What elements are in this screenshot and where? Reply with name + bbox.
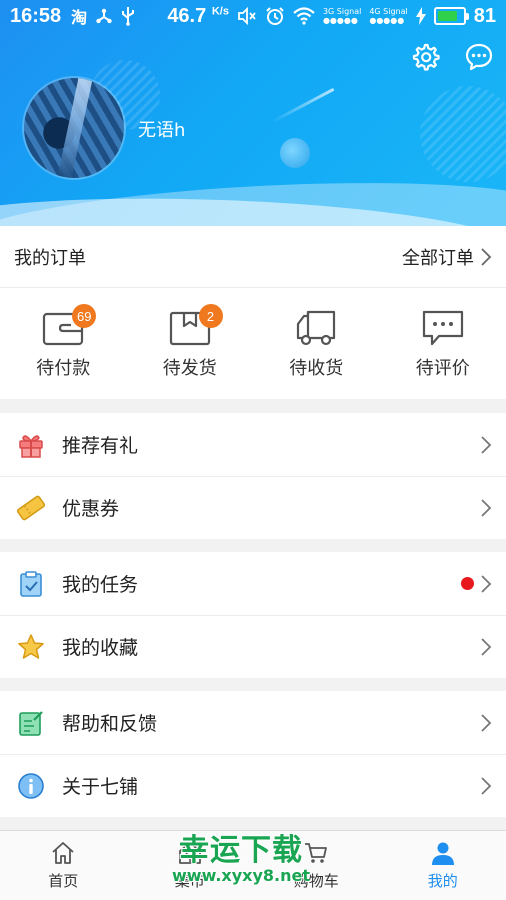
feedback-edit-icon	[19, 710, 43, 736]
info-icon	[18, 772, 44, 799]
menu-label: 我的收藏	[62, 637, 139, 659]
pending-shipment-badge: 2	[198, 304, 223, 328]
status-right: 46.7 K/s 3G Signal ●●●●● 4G Signal ●●●●● 8…	[167, 5, 496, 28]
chevron-right-icon	[481, 713, 492, 732]
menu-group-personal: 我的任务 我的收藏	[0, 552, 506, 678]
user-icon	[431, 842, 454, 865]
decor-circle	[420, 86, 506, 182]
username[interactable]: 无语h	[138, 116, 185, 142]
battery-icon	[433, 7, 469, 25]
header-actions	[410, 42, 494, 72]
pending-payment-badge: 69	[72, 304, 97, 328]
mute-icon	[238, 7, 256, 25]
share-icon	[96, 8, 112, 24]
chevron-right-icon	[481, 574, 492, 593]
clipboard-check-icon	[20, 570, 42, 597]
coupon-icon	[16, 495, 46, 520]
menu-item-referral[interactable]: 推荐有礼	[0, 413, 506, 476]
network-speed: 46.7 K/s	[167, 4, 229, 27]
tab-cart[interactable]: 购物车	[253, 831, 380, 900]
menu-label: 我的任务	[62, 574, 139, 596]
menu-item-help[interactable]: 帮助和反馈	[0, 691, 506, 754]
decor-streak	[271, 87, 335, 124]
chevron-right-icon	[481, 776, 492, 795]
tab-home[interactable]: 首页	[0, 831, 127, 900]
signal-4g: 4G Signal ●●●●●	[369, 7, 408, 25]
order-pending-payment[interactable]: 69 待付款	[0, 288, 127, 398]
menu-item-favorites[interactable]: 我的收藏	[0, 615, 506, 678]
battery-level: 81	[473, 4, 496, 27]
menu-item-coupons[interactable]: 优惠券	[0, 476, 506, 539]
menu-group-rewards: 推荐有礼 优惠券	[0, 413, 506, 539]
order-label: 待评价	[415, 358, 470, 379]
tab-label: 首页	[48, 872, 79, 890]
my-orders-card: 我的订单 全部订单 69 待付款 2 待发货 待收货 待评价	[0, 226, 506, 399]
tab-label: 集市	[174, 872, 205, 890]
orders-title: 我的订单	[14, 247, 86, 269]
menu-item-tasks[interactable]: 我的任务	[0, 552, 506, 615]
decor-bubble	[280, 138, 310, 168]
orders-header: 我的订单 全部订单	[0, 226, 506, 288]
status-bar: 16:58 淘 46.7 K/s 3G Signal ●●●●● 4G Signa…	[0, 0, 506, 32]
signal-3g: 3G Signal ●●●●●	[322, 7, 362, 25]
cart-icon	[305, 843, 328, 863]
gift-icon	[19, 434, 43, 458]
taobao-icon: 淘	[71, 8, 88, 27]
usb-icon	[122, 7, 135, 26]
avatar-image-detail	[57, 78, 93, 178]
menu-label: 关于七铺	[62, 776, 139, 798]
menu-label: 帮助和反馈	[62, 713, 158, 735]
alarm-icon	[266, 7, 284, 25]
market-icon	[178, 842, 201, 864]
order-status-row: 69 待付款 2 待发货 待收货 待评价	[0, 288, 506, 398]
status-left-icons: 淘	[71, 4, 135, 28]
menu-label: 优惠券	[62, 498, 120, 520]
order-label: 待发货	[162, 358, 217, 379]
menu-label: 推荐有礼	[62, 435, 139, 457]
order-label: 待付款	[36, 358, 91, 379]
tab-label: 购物车	[293, 872, 339, 890]
notification-dot	[461, 577, 474, 590]
chevron-right-icon	[481, 498, 492, 517]
charging-icon	[415, 7, 426, 25]
chevron-right-icon	[481, 247, 492, 266]
order-label: 待收货	[289, 358, 344, 379]
comment-icon	[422, 310, 463, 346]
all-orders-label: 全部订单	[402, 247, 474, 269]
chevron-right-icon	[481, 435, 492, 454]
avatar[interactable]	[24, 78, 124, 178]
profile-header: 16:58 淘 46.7 K/s 3G Signal ●●●●● 4G Signa…	[0, 0, 506, 226]
menu-group-support: 帮助和反馈 关于七铺	[0, 691, 506, 817]
message-icon[interactable]	[464, 42, 494, 72]
bottom-tab-bar: 首页 集市 购物车 我的	[0, 830, 506, 900]
truck-icon	[297, 310, 336, 346]
menu-item-about[interactable]: 关于七铺	[0, 754, 506, 817]
home-icon	[52, 842, 74, 864]
order-pending-receipt[interactable]: 待收货	[253, 288, 380, 398]
chevron-right-icon	[481, 637, 492, 656]
tab-market[interactable]: 集市	[127, 831, 254, 900]
wifi-icon	[293, 7, 315, 25]
tab-mine[interactable]: 我的	[380, 831, 506, 900]
battery-fill	[437, 11, 458, 21]
order-pending-shipment[interactable]: 2 待发货	[127, 288, 254, 398]
order-pending-review[interactable]: 待评价	[380, 288, 506, 398]
star-icon	[18, 633, 44, 659]
settings-icon[interactable]	[410, 42, 440, 72]
tab-label: 我的	[427, 872, 458, 890]
all-orders-link[interactable]: 全部订单	[402, 244, 492, 270]
status-time: 16:58	[10, 4, 62, 27]
